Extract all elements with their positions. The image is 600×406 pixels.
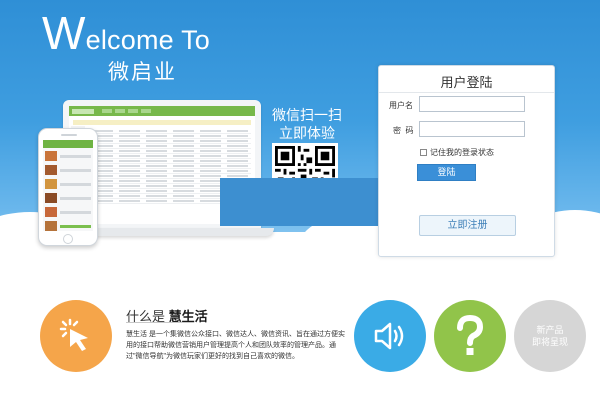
login-panel: 用户登陆 用户名 密 码 记住我的登录状态 登陆 立即注册 — [378, 65, 555, 257]
qr-promo-line2: 立即体验 — [279, 125, 335, 141]
register-button[interactable]: 立即注册 — [419, 215, 516, 236]
remember-me[interactable]: 记住我的登录状态 — [420, 147, 494, 158]
cursor-click-icon — [59, 318, 88, 351]
welcome-initial: W — [42, 7, 86, 59]
overlay-block — [220, 178, 380, 226]
coming-soon-line1: 新产品 — [536, 325, 564, 335]
password-input[interactable] — [419, 121, 525, 137]
feature-sound[interactable] — [354, 300, 426, 372]
feature-help[interactable] — [434, 300, 506, 372]
question-mark-icon — [457, 314, 484, 355]
phone-screen — [43, 140, 93, 231]
username-input[interactable] — [419, 96, 525, 112]
feature-click[interactable] — [40, 300, 112, 372]
password-label: 密 码 — [393, 126, 414, 135]
coming-soon-line2: 即将呈现 — [531, 337, 568, 347]
phone-mockup — [38, 128, 98, 246]
speaker-icon — [374, 322, 404, 350]
qr-promo-text: 微信扫一扫 立即体验 — [265, 106, 349, 142]
hero-banner: Welcome To 微启业 微信扫一扫 立即体验 用户登陆 用户名 密 码 记… — [0, 0, 600, 270]
username-label: 用户名 — [389, 101, 413, 110]
mock-notice — [73, 120, 251, 125]
feature-coming-soon: 新产品 即将呈现 — [514, 300, 586, 372]
login-button[interactable]: 登陆 — [417, 164, 476, 181]
welcome-heading: Welcome To — [42, 10, 210, 59]
login-divider — [379, 92, 554, 93]
welcome-rest: elcome To — [85, 25, 210, 55]
remember-checkbox[interactable] — [420, 149, 427, 156]
coming-soon-text: 新产品 即将呈现 — [532, 324, 568, 348]
about-divider — [126, 322, 182, 323]
remember-label: 记住我的登录状态 — [430, 148, 494, 157]
brand-name: 微启业 — [108, 61, 177, 84]
mock-topbar — [69, 106, 255, 116]
about-description: 慧生活 是一个集微信公众接口、微信达人、微信资讯、旨在通过方便实用的接口帮助微信… — [126, 331, 345, 360]
qr-promo-line1: 微信扫一扫 — [272, 107, 342, 123]
login-title: 用户登陆 — [440, 75, 493, 90]
